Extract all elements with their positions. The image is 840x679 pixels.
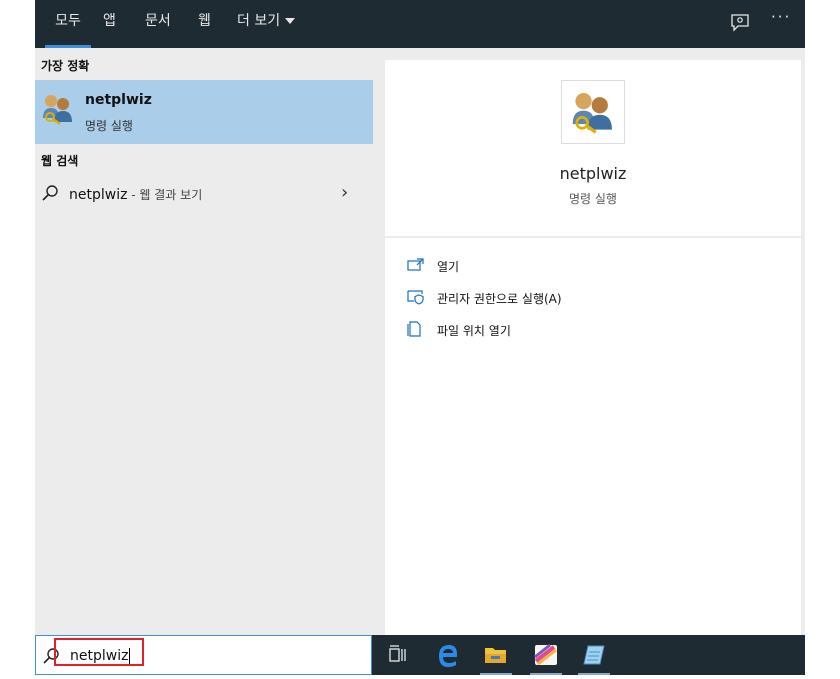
more-options-icon[interactable]: ··· bbox=[771, 8, 791, 26]
tab-more-label: 더 보기 bbox=[237, 13, 281, 29]
tab-web-label: 웹 bbox=[198, 13, 211, 29]
open-label: 열기 bbox=[437, 260, 460, 274]
web-search-query: netplwiz bbox=[69, 187, 128, 203]
divider bbox=[385, 236, 801, 238]
tab-all-label: 모두 bbox=[55, 13, 81, 29]
file-location-icon bbox=[407, 321, 421, 337]
feedback-icon[interactable] bbox=[729, 12, 751, 34]
filter-tab-bar: 모두 앱 문서 웹 더 보기 ··· bbox=[35, 0, 805, 48]
colorful-app-icon bbox=[534, 643, 557, 666]
web-search-suffix: - 웹 결과 보기 bbox=[127, 188, 203, 202]
edge-button[interactable] bbox=[428, 635, 468, 675]
task-view-icon bbox=[389, 645, 406, 662]
users-key-icon bbox=[572, 93, 612, 134]
best-match-title: netplwiz bbox=[85, 92, 152, 108]
best-match-heading: 가장 정확 bbox=[41, 59, 90, 73]
tab-more[interactable]: 더 보기 bbox=[237, 0, 296, 48]
colorful-app-button[interactable] bbox=[526, 635, 566, 675]
open-file-location-label: 파일 위치 열기 bbox=[437, 324, 511, 338]
tab-documents[interactable]: 문서 bbox=[145, 0, 171, 48]
open-icon bbox=[407, 258, 424, 271]
results-list: 가장 정확 netplwiz 명령 실행 웹 검색 netplwiz - 웹 결… bbox=[35, 48, 373, 635]
file-explorer-button[interactable] bbox=[476, 635, 516, 675]
web-search-text: netplwiz - 웹 결과 보기 bbox=[69, 186, 202, 203]
tab-all[interactable]: 모두 bbox=[45, 0, 91, 48]
annotation-highlight-box bbox=[54, 638, 144, 666]
tab-apps-label: 앱 bbox=[103, 13, 116, 29]
search-icon bbox=[42, 185, 58, 201]
detail-pane: netplwiz 명령 실행 열기 관리자 권한으로 실행(A) 파일 위치 열… bbox=[385, 60, 801, 635]
chevron-down-icon bbox=[285, 18, 296, 24]
chevron-right-icon[interactable]: › bbox=[341, 182, 348, 203]
best-match-item[interactable]: netplwiz 명령 실행 bbox=[35, 80, 373, 144]
best-match-subtitle: 명령 실행 bbox=[85, 119, 133, 133]
notepad-app-icon bbox=[583, 645, 605, 665]
task-view-button[interactable] bbox=[378, 635, 418, 675]
tab-apps[interactable]: 앱 bbox=[103, 0, 116, 48]
users-key-icon bbox=[43, 95, 72, 125]
web-search-item[interactable]: netplwiz - 웹 결과 보기 › bbox=[35, 176, 373, 212]
edge-icon bbox=[439, 645, 457, 667]
run-as-admin-label: 관리자 권한으로 실행(A) bbox=[437, 292, 562, 306]
tab-web[interactable]: 웹 bbox=[198, 0, 211, 48]
run-as-admin-icon bbox=[407, 290, 424, 305]
tab-documents-label: 문서 bbox=[145, 13, 171, 29]
taskbar bbox=[372, 635, 805, 675]
web-search-heading: 웹 검색 bbox=[41, 154, 79, 168]
detail-subtitle: 명령 실행 bbox=[569, 192, 617, 206]
app-preview-icon-box bbox=[561, 80, 625, 144]
detail-title: netplwiz bbox=[559, 164, 627, 183]
notepad-app-button[interactable] bbox=[574, 635, 614, 675]
file-explorer-icon bbox=[485, 648, 506, 663]
